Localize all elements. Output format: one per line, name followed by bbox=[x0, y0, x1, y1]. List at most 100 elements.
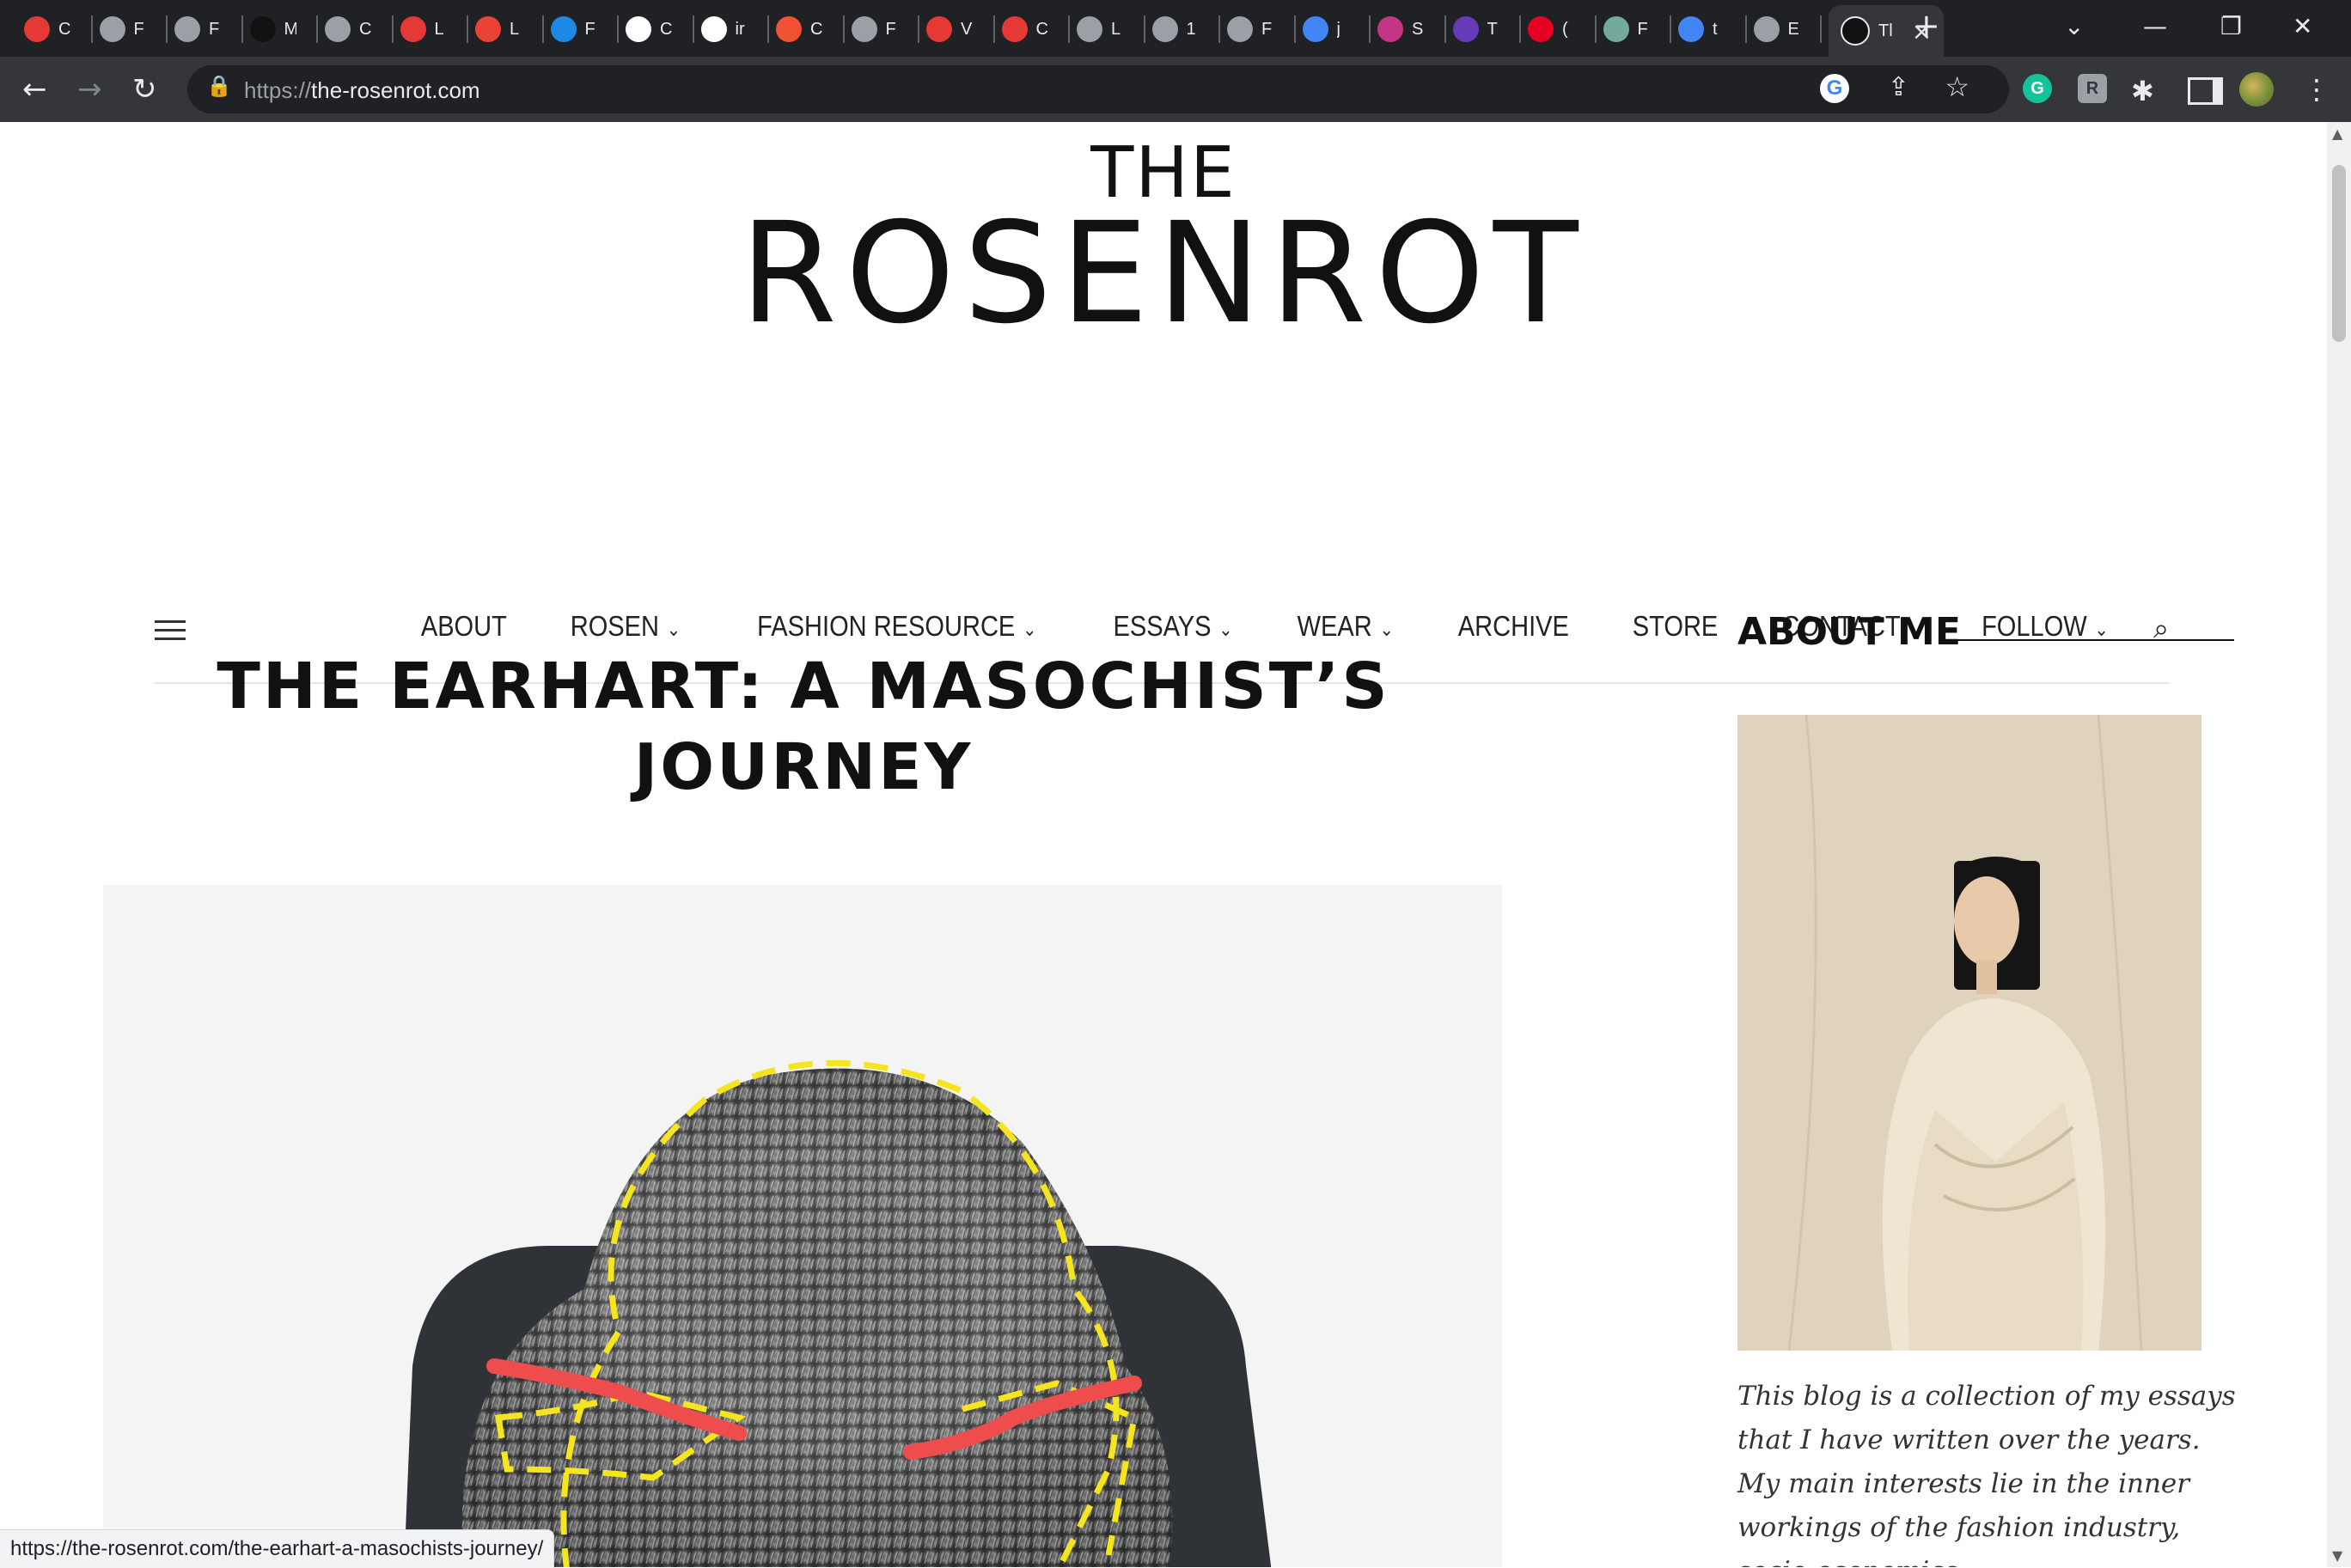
browser-tab[interactable]: F bbox=[851, 9, 898, 50]
tab-separator bbox=[1293, 15, 1296, 43]
shield-icon bbox=[926, 16, 952, 42]
browser-tab[interactable]: t bbox=[1678, 9, 1725, 50]
reload-icon[interactable]: ↻ bbox=[132, 72, 157, 107]
nav-item-essays[interactable]: ESSAYS ⌄ bbox=[1114, 610, 1233, 643]
browser-tab[interactable]: S bbox=[1377, 9, 1424, 50]
chevron-down-icon: ⌄ bbox=[1022, 619, 1037, 641]
tab-title: F bbox=[885, 19, 896, 39]
browser-tab[interactable]: L bbox=[475, 9, 522, 50]
browser-tab[interactable]: F bbox=[99, 9, 146, 50]
tab-title: F bbox=[584, 19, 595, 39]
tab-separator bbox=[467, 15, 468, 43]
scroll-up-arrow-icon[interactable]: ▲ bbox=[2332, 125, 2342, 142]
nav-item-store[interactable]: STORE bbox=[1632, 610, 1718, 643]
restore-icon[interactable]: ❐ bbox=[2220, 12, 2242, 40]
tab-separator bbox=[1519, 15, 1521, 43]
nav-item-archive[interactable]: ARCHIVE bbox=[1458, 610, 1569, 643]
chevron-down-icon: ⌄ bbox=[2094, 619, 2109, 641]
google-lens-icon[interactable]: G bbox=[1820, 74, 1849, 103]
address-url: https://the-rosenrot.com bbox=[244, 77, 480, 104]
sidebar-heading-rule bbox=[1939, 639, 2234, 641]
tab-strip: C F F M C L L F Cir C F V C L 1 Fj S T(Ft E Tl × + ⌄ — ❐ ✕ bbox=[0, 0, 2351, 57]
page-scrollbar[interactable]: ▲ ▼ bbox=[2327, 122, 2351, 1567]
browser-tab[interactable]: L bbox=[400, 9, 447, 50]
menu-kebab-icon[interactable]: ⋮ bbox=[2303, 72, 2330, 107]
follow-menu[interactable]: FOLLOW ⌄ bbox=[1982, 610, 2109, 643]
browser-tab[interactable]: C bbox=[776, 9, 822, 50]
follow-label: FOLLOW bbox=[1982, 610, 2087, 642]
tab-title: F bbox=[1637, 19, 1648, 39]
browser-tab[interactable]: M bbox=[249, 9, 296, 50]
tab-separator bbox=[992, 15, 995, 43]
grammarly-icon[interactable]: G bbox=[2023, 74, 2052, 103]
tab-title: j bbox=[1336, 19, 1340, 39]
share-icon[interactable]: ⇪ bbox=[1888, 72, 1909, 102]
browser-tab[interactable]: L bbox=[1077, 9, 1123, 50]
tab-title: ir bbox=[735, 19, 745, 39]
close-window-icon[interactable]: ✕ bbox=[2293, 12, 2312, 40]
tab-separator bbox=[241, 15, 243, 43]
tab-separator bbox=[918, 15, 919, 43]
nav-item-label: STORE bbox=[1632, 610, 1718, 642]
url-host: the-rosenrot.com bbox=[311, 77, 480, 103]
tab-title: F bbox=[209, 19, 220, 39]
tab-title: E bbox=[1787, 19, 1799, 39]
tab-separator bbox=[1820, 15, 1822, 43]
tab-title: M bbox=[284, 19, 296, 39]
browser-tab[interactable]: C bbox=[626, 9, 672, 50]
tab-title: C bbox=[359, 19, 371, 39]
extension-icon[interactable]: R bbox=[2078, 74, 2107, 103]
new-tab-icon[interactable]: + bbox=[1913, 7, 1940, 45]
post-featured-image[interactable] bbox=[103, 885, 1502, 1567]
bookmark-star-icon[interactable]: ☆ bbox=[1945, 70, 1969, 103]
tab-separator bbox=[541, 15, 544, 43]
globe-icon bbox=[325, 16, 351, 42]
browser-tab[interactable]: T bbox=[1452, 9, 1499, 50]
forward-icon[interactable]: → bbox=[77, 72, 102, 107]
tab-title: C bbox=[810, 19, 822, 39]
side-panel-icon[interactable] bbox=[2188, 77, 2223, 105]
browser-tab[interactable]: C bbox=[1001, 9, 1048, 50]
url-scheme: https:// bbox=[244, 77, 312, 103]
browser-tab[interactable]: V bbox=[926, 9, 973, 50]
instagram-icon bbox=[1377, 16, 1403, 42]
scrollbar-thumb[interactable] bbox=[2332, 165, 2346, 342]
address-bar[interactable]: 🔒 https://the-rosenrot.com G ⇪ ☆ bbox=[187, 65, 2009, 113]
shield-icon bbox=[400, 16, 426, 42]
browser-tab[interactable]: ir bbox=[700, 9, 748, 50]
browser-tab[interactable]: C bbox=[325, 9, 371, 50]
lock-icon[interactable]: 🔒 bbox=[206, 74, 232, 99]
minimize-icon[interactable]: — bbox=[2143, 12, 2167, 40]
nav-item-about[interactable]: ABOUT bbox=[421, 610, 507, 643]
nav-item-fashion-resource[interactable]: FASHION RESOURCE ⌄ bbox=[757, 610, 1036, 643]
browser-tab[interactable]: C bbox=[24, 9, 70, 50]
tab-search-icon[interactable]: ⌄ bbox=[2064, 12, 2084, 40]
profile-avatar[interactable] bbox=[2239, 72, 2274, 107]
browser-tab[interactable]: F bbox=[1227, 9, 1273, 50]
tab-title: 1 bbox=[1186, 19, 1196, 39]
gmail-icon bbox=[475, 16, 501, 42]
sidebar-heading: ABOUT ME bbox=[1737, 610, 1961, 654]
browser-tab[interactable]: F bbox=[550, 9, 597, 50]
shield-icon bbox=[24, 16, 50, 42]
docs-icon bbox=[1678, 16, 1704, 42]
nav-item-rosen[interactable]: ROSEN ⌄ bbox=[571, 610, 681, 643]
browser-tab[interactable]: E bbox=[1753, 9, 1800, 50]
scroll-down-arrow-icon[interactable]: ▼ bbox=[2332, 1547, 2342, 1564]
nav-item-wear[interactable]: WEAR ⌄ bbox=[1298, 610, 1394, 643]
tab-separator bbox=[1369, 15, 1371, 43]
nav-item-label: WEAR bbox=[1298, 610, 1373, 642]
browser-tab[interactable]: 1 bbox=[1151, 9, 1199, 50]
puzzle-extensions-icon[interactable]: ✱ bbox=[2131, 74, 2154, 108]
tab-separator bbox=[842, 15, 845, 43]
chevron-down-icon: ⌄ bbox=[1218, 619, 1233, 641]
browser-tab[interactable]: F bbox=[1603, 9, 1650, 50]
back-icon[interactable]: ← bbox=[22, 72, 47, 107]
browser-tab[interactable]: ( bbox=[1528, 9, 1574, 50]
browser-tab[interactable]: j bbox=[1302, 9, 1349, 50]
tab-separator bbox=[166, 15, 168, 43]
globe-icon bbox=[1151, 16, 1178, 42]
browser-tab[interactable]: F bbox=[174, 9, 221, 50]
site-logo[interactable]: ROSENROT bbox=[0, 201, 2327, 347]
tab-separator bbox=[1143, 15, 1145, 43]
